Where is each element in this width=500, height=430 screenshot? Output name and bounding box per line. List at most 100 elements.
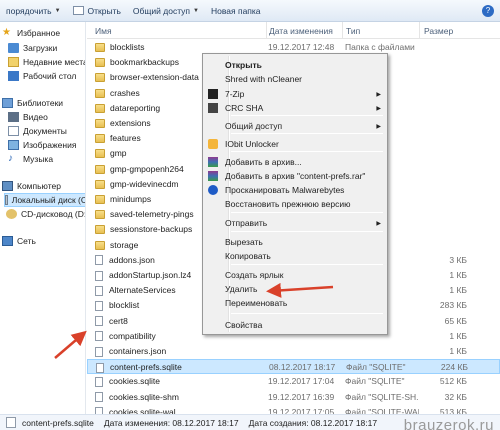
nav-favorites[interactable]: ★ Избранное <box>2 26 60 40</box>
file-name-cell: cookies.sqlite-shm <box>95 390 265 405</box>
file-name: blocklists <box>110 42 145 52</box>
file-name: sessionstore-backups <box>110 224 193 235</box>
menu-item-label: Удалить <box>225 284 258 294</box>
column-separator[interactable] <box>419 22 420 39</box>
file-icon <box>95 376 103 387</box>
menu-item-label: Открыть <box>225 60 262 70</box>
file-name: addonStartup.json.lz4 <box>109 270 192 280</box>
menu-item-label: Вырезать <box>225 237 263 247</box>
nav-local-disk[interactable]: Локальный диск (С <box>4 193 85 207</box>
file-name: cert8 <box>109 315 128 326</box>
file-row[interactable]: cookies.sqlite 19.12.2017 17:04 Файл "SQLI… <box>87 374 500 389</box>
nav-images[interactable]: Изображения <box>8 138 76 152</box>
nav-documents[interactable]: Документы <box>8 124 67 138</box>
file-size <box>419 55 467 70</box>
folder-icon <box>95 240 105 250</box>
file-row[interactable]: content-prefs.sqlite 08.12.2017 18:17 Файл… <box>87 359 500 375</box>
file-row[interactable]: cookies.sqlite-shm 19.12.2017 16:39 Файл "… <box>87 390 500 405</box>
menu-item[interactable]: IObit Unlocker <box>205 137 385 151</box>
menu-item-label: CRC SHA <box>225 103 264 113</box>
menu-item[interactable]: Удалить <box>205 282 385 296</box>
menu-item[interactable]: Общий доступ ▶ <box>205 119 385 133</box>
menu-item[interactable]: Просканировать Malwarebytes <box>205 183 385 197</box>
menu-separator <box>231 264 383 265</box>
share-label: Общий доступ <box>132 5 191 16</box>
folder-icon <box>95 164 105 174</box>
file-icon <box>95 255 103 266</box>
column-name-header[interactable]: Имя <box>95 22 112 39</box>
file-date: 08.12.2017 18:17 <box>269 362 336 373</box>
file-name: datareporting <box>110 102 161 113</box>
share-button[interactable]: Общий доступ ▼ <box>129 0 207 22</box>
menu-item[interactable]: Создать ярлык <box>205 268 385 282</box>
nav-downloads[interactable]: Загрузки <box>8 41 57 55</box>
file-size <box>419 131 467 146</box>
menu-item[interactable]: Shred with nCleaner <box>205 72 385 86</box>
menu-item[interactable]: Свойства <box>205 318 385 332</box>
menu-separator <box>231 313 383 314</box>
file-type: Файл "SQLITE" <box>346 362 406 373</box>
column-date-header[interactable]: Дата изменения <box>269 22 333 39</box>
menu-item[interactable]: Восстановить прежнюю версию <box>205 197 385 211</box>
nav-cd-drive[interactable]: CD-дисковод (D:) Vi <box>6 207 85 221</box>
malwarebytes-icon <box>208 185 218 195</box>
organize-button[interactable]: порядочить ▼ <box>2 0 69 22</box>
libraries-icon <box>2 98 13 108</box>
column-size-header[interactable]: Размер <box>424 22 453 39</box>
file-size: 1 КБ <box>449 346 467 356</box>
star-icon: ★ <box>2 27 11 38</box>
file-size: 32 КБ <box>444 391 467 402</box>
folder-icon <box>95 88 105 98</box>
menu-item[interactable]: CRC SHA ▶ <box>205 101 385 115</box>
cd-drive-icon <box>6 209 17 219</box>
menu-item-label: Добавить в архив... <box>225 157 302 167</box>
folder-icon <box>95 43 105 52</box>
nav-documents-label: Документы <box>23 126 67 136</box>
file-name: cookies.sqlite <box>109 376 161 387</box>
status-modified: Дата изменения: 08.12.2017 18:17 <box>103 417 239 428</box>
documents-icon <box>8 126 19 136</box>
new-folder-button[interactable]: Новая папка <box>207 0 269 22</box>
menu-item[interactable]: Добавить в архив... <box>205 155 385 169</box>
file-date <box>268 344 340 359</box>
file-name: gmp-widevinecdm <box>110 178 179 189</box>
chevron-down-icon: ▼ <box>54 7 61 14</box>
file-size <box>419 70 467 85</box>
menu-item[interactable]: Отправить ▶ <box>205 216 385 230</box>
column-type-header[interactable]: Тип <box>346 22 360 39</box>
nav-libraries[interactable]: Библиотеки <box>2 96 63 110</box>
menu-item[interactable]: Открыть <box>205 58 385 72</box>
file-name-cell: cookies.sqlite <box>95 374 265 389</box>
file-size <box>419 207 467 222</box>
menu-item-label: Восстановить прежнюю версию <box>225 199 351 209</box>
nav-recent[interactable]: Недавние места <box>8 55 85 69</box>
menu-item[interactable]: Добавить в архив "content-prefs.rar" <box>205 169 385 183</box>
file-row[interactable]: containers.json 1 КБ <box>87 344 500 359</box>
menu-item-label: Добавить в архив "content-prefs.rar" <box>225 171 366 181</box>
nav-computer[interactable]: Компьютер <box>2 179 61 193</box>
menu-item[interactable]: Переименовать <box>205 296 385 310</box>
menu-item[interactable]: 7-Zip ▶ <box>205 87 385 101</box>
nav-network[interactable]: Сеть <box>2 234 36 248</box>
menu-separator <box>231 231 383 232</box>
column-separator[interactable] <box>342 22 343 39</box>
column-separator[interactable] <box>266 22 267 39</box>
file-date: 19.12.2017 17:04 <box>268 376 335 387</box>
menu-item[interactable]: Вырезать <box>205 235 385 249</box>
nav-music[interactable]: ♪ Музыка <box>8 152 53 166</box>
status-created: Дата создания: 08.12.2017 18:17 <box>248 417 378 428</box>
file-name-cell: containers.json <box>95 344 265 359</box>
computer-icon <box>2 181 13 191</box>
nav-computer-label: Компьютер <box>17 181 61 191</box>
submenu-arrow-icon: ▶ <box>376 105 381 112</box>
file-name: compatibility <box>109 330 156 341</box>
nav-video[interactable]: Видео <box>8 110 48 124</box>
open-button[interactable]: Открыть <box>69 0 129 22</box>
chevron-down-icon: ▼ <box>193 7 199 14</box>
help-icon[interactable]: ? <box>482 5 494 17</box>
menu-item[interactable]: Копировать <box>205 249 385 263</box>
nav-desktop[interactable]: Рабочий стол <box>8 69 76 83</box>
file-size: 65 КБ <box>444 315 467 326</box>
menu-item-label: Просканировать Malwarebytes <box>225 185 345 195</box>
file-name: extensions <box>110 118 151 128</box>
